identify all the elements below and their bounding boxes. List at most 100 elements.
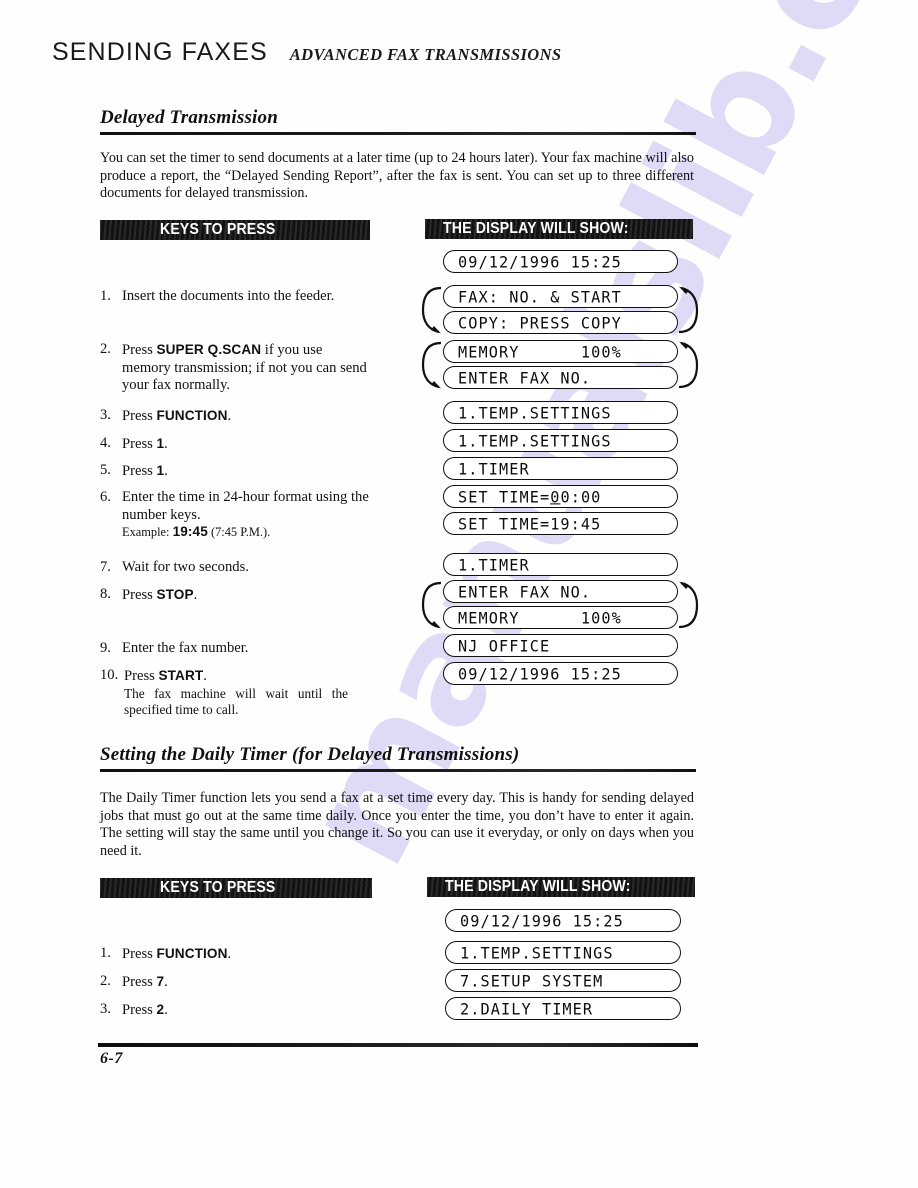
step-4: 4. Press 1. [100, 435, 360, 454]
step-8: 8. Press STOP. [100, 586, 360, 605]
key-label-1: 1 [156, 436, 165, 451]
display-text: 1.TEMP.SETTINGS [458, 430, 612, 451]
step-text: Press STOP. [122, 586, 360, 605]
step-text-pre: Press [122, 408, 157, 424]
page-number: 6-7 [100, 1050, 123, 1067]
step-text-pre: Press [122, 1002, 157, 1018]
display-text: COPY: PRESS COPY [458, 312, 622, 333]
step-number: 1. [100, 945, 111, 961]
step-number: 7. [100, 559, 111, 575]
step-number: 4. [100, 435, 111, 451]
display-text: 2.DAILY TIMER [460, 998, 594, 1019]
step-text-post: . [193, 587, 198, 603]
step-10: 10. Press START. The fax machine will wai… [100, 667, 348, 718]
step-text: Press 2. [122, 1001, 360, 1020]
key-label-7: 7 [156, 974, 165, 989]
step-text: Press START. The fax machine will wait un… [124, 667, 348, 718]
footer-rule [98, 1043, 698, 1047]
keys-banner-label: KEYS TO PRESS [160, 879, 276, 896]
display-text: NJ OFFICE [458, 635, 551, 656]
step-text-pre: Press [122, 463, 157, 479]
display-text: SET TIME=19:45 [458, 513, 602, 534]
display-text: MEMORY 100% [458, 341, 622, 362]
heading-rule [100, 768, 696, 772]
step-text-pre: Press [122, 587, 157, 603]
display-box-7: 1.TEMP.SETTINGS [443, 429, 678, 452]
step-number: 2. [100, 341, 111, 357]
key-label-1: 1 [156, 463, 165, 478]
display-banner-label: THE DISPLAY WILL SHOW: [445, 878, 631, 895]
display-box-s2-3: 7.SETUP SYSTEM [445, 969, 681, 992]
display-box-8: 1.TIMER [443, 457, 678, 480]
step-text: Wait for two seconds. [122, 559, 249, 575]
step-text-post: . [164, 974, 168, 990]
heading-rule [100, 131, 696, 135]
key-label-function: FUNCTION [156, 408, 228, 423]
display-text: FAX: NO. & START [458, 286, 622, 307]
example-note: (7:45 P.M.). [207, 525, 271, 539]
section-title: Delayed Transmission [100, 107, 278, 128]
step-number: 3. [100, 1001, 111, 1017]
step-text: Enter the time in 24-hour format using t… [122, 489, 390, 540]
step-number: 6. [100, 489, 111, 505]
step-text: Press 7. [122, 973, 360, 992]
step-1: 1. Insert the documents into the feeder. [100, 288, 356, 306]
step-text-post: . [227, 946, 232, 962]
step-1: 1. Press FUNCTION. [100, 945, 360, 964]
key-label-super-qscan: SUPER Q.SCAN [156, 342, 262, 357]
running-head-topic: ADVANCED FAX TRANSMISSIONS [289, 45, 562, 64]
step-text-post: . [164, 1002, 168, 1018]
step-text-pre: Press [122, 946, 157, 962]
key-label-2: 2 [156, 1002, 165, 1017]
step-number: 9. [100, 640, 111, 656]
cycle-arrow-left-1 [421, 286, 442, 334]
display-box-s2-1: 09/12/1996 15:25 [445, 909, 681, 932]
step-number: 3. [100, 407, 111, 423]
step-text: Press 1. [122, 435, 360, 454]
step-text-post: . [164, 463, 168, 479]
display-text: SET TIME=00:00 [458, 487, 601, 506]
display-box-3: COPY: PRESS COPY [443, 311, 678, 334]
key-label-start: START [158, 668, 204, 683]
cycle-arrow-left-3 [421, 581, 442, 629]
step-text-main: Enter the time in 24-hour format using t… [122, 489, 369, 523]
display-box-s2-4: 2.DAILY TIMER [445, 997, 681, 1020]
step-text: Enter the fax number. [122, 640, 249, 656]
display-text: 7.SETUP SYSTEM [460, 970, 604, 991]
display-text-post: 0:00 [560, 486, 602, 507]
display-text: 1.TEMP.SETTINGS [458, 402, 612, 423]
step-text: Press FUNCTION. [122, 945, 360, 964]
display-box-9: SET TIME=00:00 [443, 485, 678, 508]
section2-intro: The Daily Timer function lets you send a… [100, 790, 694, 859]
cycle-arrow-right-1 [678, 286, 699, 334]
step-note: The fax machine will wait until the spec… [124, 685, 348, 717]
display-text: ENTER FAX NO. [458, 367, 592, 388]
step-text-post: . [203, 668, 207, 684]
display-text: 09/12/1996 15:25 [460, 910, 624, 931]
display-text: ENTER FAX NO. [458, 581, 592, 602]
step-5: 5. Press 1. [100, 462, 360, 481]
keys-banner-2: KEYS TO PRESS [100, 878, 372, 898]
display-box-15: 09/12/1996 15:25 [443, 662, 678, 685]
step-number: 1. [100, 288, 111, 304]
step-text-pre: Press [122, 974, 157, 990]
cycle-arrow-right-2 [678, 341, 699, 389]
display-box-11: 1.TIMER [443, 553, 678, 576]
example-label: Example: [122, 525, 173, 539]
display-box-4: MEMORY 100% [443, 340, 678, 363]
step-3: 3. Press FUNCTION. [100, 407, 360, 426]
section-heading-daily-timer: Setting the Daily Timer (for Delayed Tra… [100, 744, 696, 772]
step-text: Press SUPER Q.SCAN if you use memory tra… [122, 341, 372, 395]
step-9: 9. Enter the fax number. [100, 640, 360, 658]
section-title: Setting the Daily Timer (for Delayed Tra… [100, 744, 520, 765]
display-text-pre: SET TIME= [458, 486, 551, 507]
manual-page: manualslib.com SENDING FAXES ADVANCED FA… [0, 0, 918, 1188]
step-6: 6. Enter the time in 24-hour format usin… [100, 489, 390, 540]
display-box-6: 1.TEMP.SETTINGS [443, 401, 678, 424]
section1-intro: You can set the timer to send documents … [100, 150, 694, 202]
key-label-function: FUNCTION [156, 946, 228, 961]
display-box-10: SET TIME=19:45 [443, 512, 678, 535]
step-number: 5. [100, 462, 111, 478]
display-text: 1.TIMER [458, 554, 530, 575]
step-text: Press 1. [122, 462, 360, 481]
